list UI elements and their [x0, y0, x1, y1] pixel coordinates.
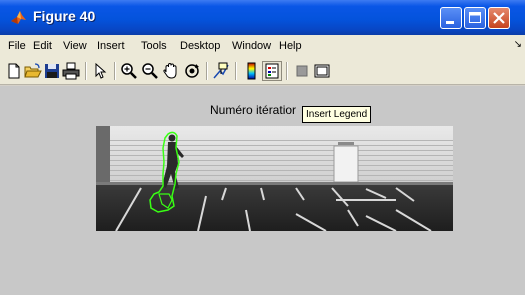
menu-overflow-arrow[interactable]: ↘ [514, 39, 522, 50]
minimize-icon [446, 21, 454, 24]
minimize-button[interactable] [440, 7, 462, 29]
hide-plot-tools-icon [296, 65, 308, 77]
maximize-icon [469, 12, 481, 23]
close-icon [493, 12, 505, 24]
insert-legend-button[interactable] [262, 61, 282, 81]
window-title: Figure 40 [33, 8, 96, 24]
menu-file[interactable]: File [8, 40, 26, 52]
insert-legend-icon [265, 63, 279, 79]
close-button[interactable] [488, 7, 510, 29]
open-file-icon [24, 63, 42, 78]
zoom-in-button[interactable] [119, 61, 139, 81]
menu-insert[interactable]: Insert [97, 40, 125, 52]
show-plot-tools-button[interactable] [312, 61, 332, 81]
data-cursor-icon [213, 62, 229, 79]
toolbar-separator [235, 62, 237, 80]
hide-plot-tools-button[interactable] [292, 61, 312, 81]
insert-colorbar-button[interactable] [242, 61, 262, 81]
rotate-3d-icon [185, 64, 199, 78]
video-frame-image [96, 126, 453, 231]
figure-canvas[interactable]: Numéro itératior Insert Legend [0, 86, 525, 295]
image-axes[interactable] [96, 126, 453, 231]
toolbar-separator [114, 62, 116, 80]
save-button[interactable] [42, 61, 62, 81]
figure-toolbar [0, 57, 525, 85]
pan-button[interactable] [161, 61, 181, 81]
menu-desktop[interactable]: Desktop [180, 40, 220, 52]
menu-window[interactable]: Window [232, 40, 271, 52]
pan-hand-icon [163, 62, 177, 79]
new-figure-button[interactable] [4, 61, 24, 81]
edit-plot-button[interactable] [90, 61, 110, 81]
menu-help[interactable]: Help [279, 40, 302, 52]
menu-tools[interactable]: Tools [141, 40, 167, 52]
title-bar[interactable]: Figure 40 [0, 0, 525, 35]
toolbar-separator [85, 62, 87, 80]
zoom-out-button[interactable] [140, 61, 160, 81]
zoom-out-icon [142, 63, 158, 79]
maximize-button[interactable] [464, 7, 486, 29]
menu-bar: File Edit View Insert Tools Desktop Wind… [0, 35, 525, 57]
edit-plot-arrow-icon [95, 62, 107, 79]
show-plot-tools-icon [314, 64, 330, 78]
data-cursor-button[interactable] [211, 61, 231, 81]
zoom-in-icon [121, 63, 137, 79]
insert-legend-tooltip: Insert Legend [302, 106, 372, 123]
save-icon [45, 64, 59, 78]
print-button[interactable] [61, 61, 81, 81]
menu-view[interactable]: View [63, 40, 87, 52]
axes-title: Numéro itératior [210, 103, 297, 117]
insert-colorbar-icon [247, 62, 256, 80]
matlab-logo-icon [10, 9, 27, 26]
new-figure-icon [8, 63, 20, 79]
print-icon [62, 62, 80, 80]
menu-edit[interactable]: Edit [33, 40, 52, 52]
toolbar-separator [286, 62, 288, 80]
rotate-3d-button[interactable] [182, 61, 202, 81]
open-file-button[interactable] [23, 61, 43, 81]
toolbar-separator [206, 62, 208, 80]
